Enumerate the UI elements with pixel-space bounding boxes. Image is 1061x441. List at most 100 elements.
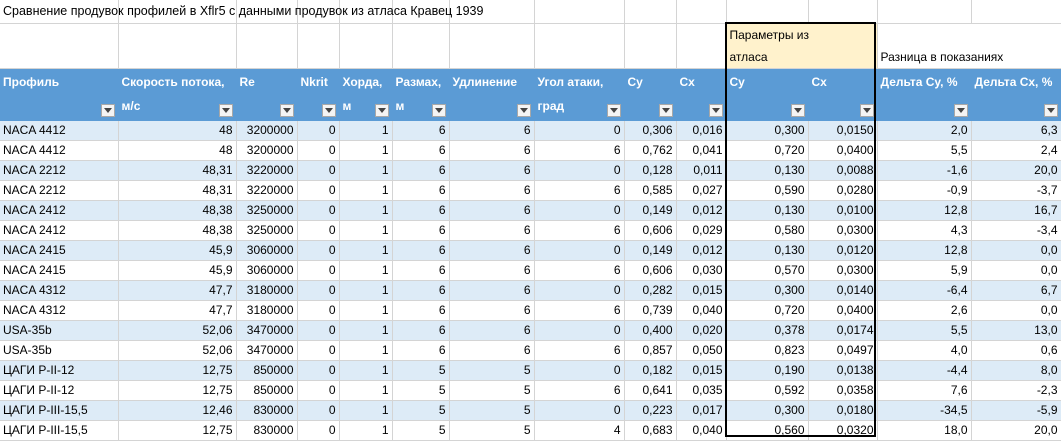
cell-profile[interactable]: NACA 2415 [0,260,119,281]
cell-span[interactable]: 6 [392,280,450,301]
cell-profile[interactable]: NACA 4412 [0,140,119,161]
cell-profile[interactable]: NACA 2212 [0,160,119,181]
header-re[interactable]: Re [236,68,298,121]
header-nkrit[interactable]: Nkrit [297,68,340,121]
cell-speed[interactable]: 48,31 [118,160,237,181]
cell-dcy[interactable]: -6,4 [877,280,972,301]
cell-chord[interactable]: 1 [339,320,393,341]
cell-cy[interactable]: 0,149 [624,200,677,221]
cell-profile[interactable]: NACA 2412 [0,200,119,221]
dropdown-filter-icon[interactable] [1043,103,1058,117]
cell-atlas-cx[interactable]: 0,0300 [808,260,878,281]
cell-dcx[interactable]: -2,3 [971,380,1061,401]
cell-aspect[interactable]: 6 [449,240,535,261]
cell-dcy[interactable]: 18,0 [877,420,972,441]
cell-dcx[interactable]: 13,0 [971,320,1061,341]
cell-cy[interactable]: 0,400 [624,320,677,341]
cell-alpha[interactable]: 0 [534,120,625,141]
cell-cx[interactable]: 0,029 [676,220,727,241]
cell-nkrit[interactable]: 0 [297,360,340,381]
cell-chord[interactable]: 1 [339,340,393,361]
cell-aspect[interactable]: 5 [449,380,535,401]
cell-dcx[interactable]: 16,7 [971,200,1061,221]
cell-dcy[interactable]: -4,4 [877,360,972,381]
cell-dcx[interactable]: 0,0 [971,260,1061,281]
header-aspect[interactable]: Удлинение [449,68,535,121]
cell-aspect[interactable]: 6 [449,320,535,341]
cell-cx[interactable]: 0,027 [676,180,727,201]
cell-atlas-cy[interactable]: 0,190 [726,360,809,381]
cell-cy[interactable]: 0,585 [624,180,677,201]
cell-chord[interactable]: 1 [339,260,393,281]
cell-span[interactable]: 6 [392,220,450,241]
cell-profile[interactable]: ЦАГИ Р-III-15,5 [0,400,119,421]
cell-dcy[interactable]: -34,5 [877,400,972,421]
cell-alpha[interactable]: 6 [534,340,625,361]
cell-profile[interactable]: NACA 2415 [0,240,119,261]
cell-cx[interactable]: 0,017 [676,400,727,421]
cell-chord[interactable]: 1 [339,300,393,321]
cell-atlas-cx[interactable]: 0,0497 [808,340,878,361]
cell-span[interactable]: 6 [392,160,450,181]
cell-alpha[interactable]: 6 [534,220,625,241]
cell-atlas-cx[interactable]: 0,0088 [808,160,878,181]
cell-atlas-cx[interactable]: 0,0138 [808,360,878,381]
cell-re[interactable]: 3180000 [236,300,298,321]
cell-profile[interactable]: NACA 4412 [0,120,119,141]
cell-aspect[interactable]: 6 [449,200,535,221]
cell-aspect[interactable]: 5 [449,360,535,381]
cell-alpha[interactable]: 0 [534,280,625,301]
cell-atlas-cx[interactable]: 0,0140 [808,280,878,301]
cell-cy[interactable]: 0,857 [624,340,677,361]
header-atlas-cx[interactable]: Cx [808,68,878,121]
cell-speed[interactable]: 45,9 [118,240,237,261]
cell-speed[interactable]: 52,06 [118,320,237,341]
cell-dcx[interactable]: 20,0 [971,420,1061,441]
cell-dcy[interactable]: -0,9 [877,180,972,201]
cell-nkrit[interactable]: 0 [297,140,340,161]
cell-nkrit[interactable]: 0 [297,340,340,361]
header-profile[interactable]: Профиль [0,68,119,121]
cell-aspect[interactable]: 5 [449,420,535,441]
cell-dcy[interactable]: 2,0 [877,120,972,141]
dropdown-filter-icon[interactable] [100,103,115,117]
cell-dcx[interactable]: -5,9 [971,400,1061,421]
cell-dcx[interactable]: 20,0 [971,160,1061,181]
cell-atlas-cx[interactable]: 0,0300 [808,220,878,241]
cell-alpha[interactable]: 4 [534,420,625,441]
cell-cy[interactable]: 0,683 [624,420,677,441]
cell-dcx[interactable]: 0,6 [971,340,1061,361]
cell-atlas-cy[interactable]: 0,130 [726,240,809,261]
cell-dcx[interactable]: -3,7 [971,180,1061,201]
cell-span[interactable]: 6 [392,320,450,341]
cell-cx[interactable]: 0,040 [676,420,727,441]
cell-atlas-cy[interactable]: 0,378 [726,320,809,341]
dropdown-filter-icon[interactable] [658,103,673,117]
cell-alpha[interactable]: 0 [534,240,625,261]
cell-nkrit[interactable]: 0 [297,200,340,221]
cell-span[interactable]: 5 [392,380,450,401]
header-dcy[interactable]: Дельта Cy, % [877,68,972,121]
cell-cy[interactable]: 0,641 [624,380,677,401]
cell-dcy[interactable]: 2,6 [877,300,972,321]
cell-aspect[interactable]: 6 [449,340,535,361]
cell-speed[interactable]: 48,31 [118,180,237,201]
cell-aspect[interactable]: 6 [449,140,535,161]
cell-cy[interactable]: 0,182 [624,360,677,381]
dropdown-filter-icon[interactable] [321,103,336,117]
cell-atlas-cy[interactable]: 0,823 [726,340,809,361]
cell-cx[interactable]: 0,012 [676,240,727,261]
cell-alpha[interactable]: 6 [534,380,625,401]
cell-nkrit[interactable]: 0 [297,120,340,141]
cell-dcy[interactable]: 12,8 [877,240,972,261]
dropdown-filter-icon[interactable] [790,103,805,117]
cell-cx[interactable]: 0,012 [676,200,727,221]
cell-re[interactable]: 3220000 [236,160,298,181]
header-atlas-cy[interactable]: Cy [726,68,809,121]
cell-re[interactable]: 3060000 [236,240,298,261]
cell-atlas-cx[interactable]: 0,0358 [808,380,878,401]
cell-re[interactable]: 3250000 [236,220,298,241]
cell-re[interactable]: 3200000 [236,140,298,161]
cell-span[interactable]: 6 [392,300,450,321]
cell-aspect[interactable]: 6 [449,220,535,241]
